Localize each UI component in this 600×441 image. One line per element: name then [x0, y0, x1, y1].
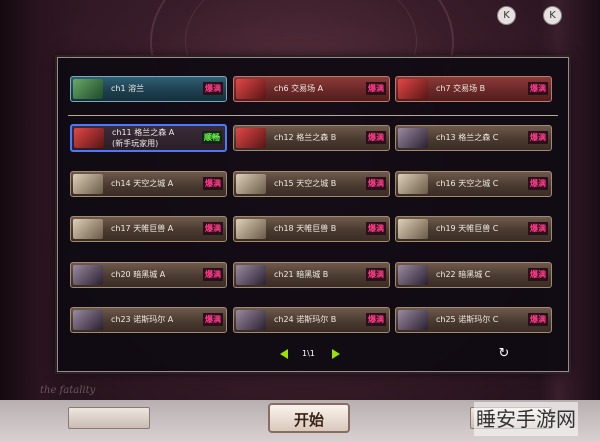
server-label: ch6 交易场 A: [274, 84, 324, 93]
server-portrait-icon: [236, 128, 266, 148]
server-label: ch20 暗黑城 A: [111, 270, 166, 279]
server-portrait-icon: [236, 174, 266, 194]
server-status-badge: 爆满: [528, 82, 548, 95]
server-status-badge: 爆满: [366, 177, 386, 190]
server-ch16[interactable]: ch16 天空之城 C 爆满: [395, 171, 552, 197]
server-label: ch7 交易场 B: [436, 84, 486, 93]
arrow-left-icon[interactable]: [280, 349, 288, 359]
server-status-badge: 爆满: [366, 268, 386, 281]
server-ch23[interactable]: ch23 诺斯玛尔 A 爆满: [70, 307, 227, 333]
server-label: ch19 天帷巨兽 C: [436, 224, 499, 233]
server-label: ch18 天帷巨兽 B: [274, 224, 337, 233]
server-ch12[interactable]: ch12 格兰之森 B 爆满: [233, 125, 390, 151]
server-portrait-icon: [73, 174, 103, 194]
server-status-badge: 顺畅: [202, 131, 222, 144]
server-status-badge: 爆满: [203, 313, 223, 326]
server-portrait-icon: [236, 310, 266, 330]
server-label: ch14 天空之城 A: [111, 179, 174, 188]
server-status-badge: 爆满: [203, 82, 223, 95]
page-indicator: 1\1: [302, 349, 315, 358]
server-label: ch22 暗黑城 C: [436, 270, 491, 279]
server-portrait-icon: [73, 219, 103, 239]
server-ch11[interactable]: ch11 格兰之森 A (新手玩家用) 顺畅: [70, 124, 227, 152]
server-ch14[interactable]: ch14 天空之城 A 爆满: [70, 171, 227, 197]
server-portrait-icon: [398, 219, 428, 239]
background-script-text: the fatality: [40, 385, 96, 396]
close-icon[interactable]: K: [543, 6, 562, 25]
refresh-icon[interactable]: ↻: [497, 347, 511, 361]
server-status-badge: 爆满: [528, 268, 548, 281]
server-label: ch15 天空之城 B: [274, 179, 337, 188]
server-ch19[interactable]: ch19 天帷巨兽 C 爆满: [395, 216, 552, 242]
server-label: ch24 诺斯玛尔 B: [274, 315, 337, 324]
server-status-badge: 爆满: [528, 177, 548, 190]
bottom-left-button[interactable]: [68, 407, 150, 429]
server-ch13[interactable]: ch13 格兰之森 C 爆满: [395, 125, 552, 151]
server-status-badge: 爆满: [203, 177, 223, 190]
server-ch7[interactable]: ch7 交易场 B 爆满: [395, 76, 552, 102]
server-portrait-icon: [236, 79, 266, 99]
server-status-badge: 爆满: [366, 313, 386, 326]
server-ch22[interactable]: ch22 暗黑城 C 爆满: [395, 262, 552, 288]
server-status-badge: 爆满: [203, 268, 223, 281]
server-portrait-icon: [73, 79, 103, 99]
server-ch24[interactable]: ch24 诺斯玛尔 B 爆满: [233, 307, 390, 333]
server-status-badge: 爆满: [366, 131, 386, 144]
server-portrait-icon: [398, 79, 428, 99]
server-portrait-icon: [74, 128, 104, 148]
server-ch15[interactable]: ch15 天空之城 B 爆满: [233, 171, 390, 197]
server-portrait-icon: [398, 128, 428, 148]
server-label: ch1 溶兰: [111, 84, 145, 93]
back-icon[interactable]: K: [497, 6, 516, 25]
server-portrait-icon: [398, 265, 428, 285]
arrow-right-icon[interactable]: [332, 349, 340, 359]
watermark-logo: 睡安手游网: [474, 402, 578, 436]
start-button[interactable]: 开始: [268, 403, 350, 433]
server-label: ch11 格兰之森 A (新手玩家用): [112, 128, 175, 148]
server-ch21[interactable]: ch21 暗黑城 B 爆满: [233, 262, 390, 288]
server-status-badge: 爆满: [528, 313, 548, 326]
server-label: ch16 天空之城 C: [436, 179, 499, 188]
pagination: 1\1: [210, 348, 360, 362]
server-status-badge: 爆满: [366, 82, 386, 95]
server-status-badge: 爆满: [528, 222, 548, 235]
server-ch1[interactable]: ch1 溶兰 爆满: [70, 76, 227, 102]
server-status-badge: 爆满: [366, 222, 386, 235]
channel-select-panel: ch1 溶兰 爆满 ch6 交易场 A 爆满 ch7 交易场 B 爆满 ch11…: [57, 57, 569, 372]
server-label: ch23 诺斯玛尔 A: [111, 315, 174, 324]
server-label: ch12 格兰之森 B: [274, 133, 337, 142]
server-ch18[interactable]: ch18 天帷巨兽 B 爆满: [233, 216, 390, 242]
section-divider: [68, 115, 558, 116]
server-label: ch13 格兰之森 C: [436, 133, 499, 142]
server-label: ch17 天帷巨兽 A: [111, 224, 174, 233]
server-status-badge: 爆满: [528, 131, 548, 144]
server-portrait-icon: [73, 265, 103, 285]
server-ch25[interactable]: ch25 诺斯玛尔 C 爆满: [395, 307, 552, 333]
server-ch20[interactable]: ch20 暗黑城 A 爆满: [70, 262, 227, 288]
server-portrait-icon: [236, 265, 266, 285]
server-ch6[interactable]: ch6 交易场 A 爆满: [233, 76, 390, 102]
server-label: ch21 暗黑城 B: [274, 270, 329, 279]
server-portrait-icon: [73, 310, 103, 330]
server-portrait-icon: [398, 174, 428, 194]
server-portrait-icon: [236, 219, 266, 239]
server-label: ch25 诺斯玛尔 C: [436, 315, 499, 324]
server-portrait-icon: [398, 310, 428, 330]
server-ch17[interactable]: ch17 天帷巨兽 A 爆满: [70, 216, 227, 242]
server-status-badge: 爆满: [203, 222, 223, 235]
